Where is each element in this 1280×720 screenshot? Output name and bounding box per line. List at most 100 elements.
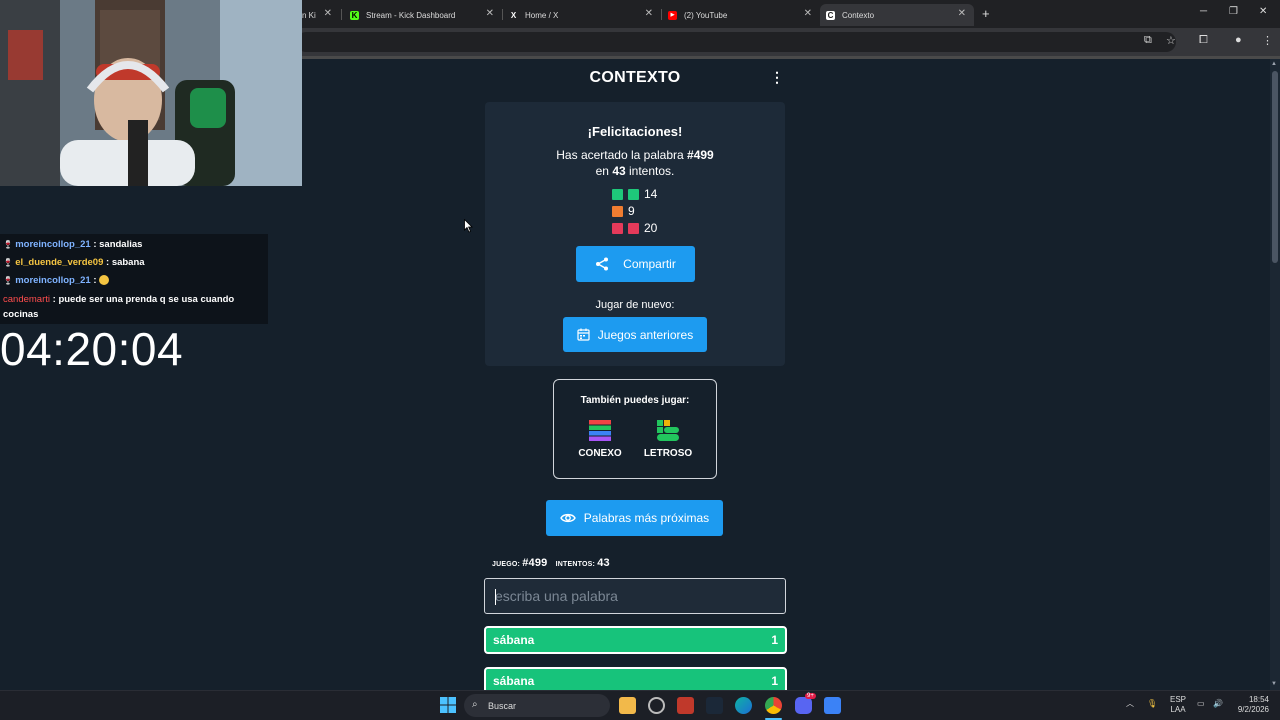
congrats-heading: ¡Felicitaciones!	[587, 124, 683, 139]
profile-icon[interactable]: ●	[1235, 34, 1242, 46]
tab-label: (2) YouTube	[684, 10, 728, 20]
more-options-icon[interactable]: ⋮	[770, 69, 784, 86]
tab-kick[interactable]: n Ki ✕	[296, 4, 340, 26]
search-label: Buscar	[488, 700, 517, 711]
tray-chevron-icon[interactable]: ︿	[1126, 699, 1134, 709]
share-icon	[596, 257, 609, 271]
chat-message: 🍷 moreincollop_21 : sandalias	[3, 239, 142, 250]
close-icon[interactable]: ✕	[324, 8, 332, 19]
tab-x[interactable]: X Home / X ✕	[503, 4, 661, 26]
congrats-message: Has acertado la palabra #499	[556, 148, 714, 162]
guess-word: sábana	[493, 633, 535, 647]
page-scrollbar[interactable]: ▲ ▼	[1270, 59, 1280, 690]
tab-label: Stream - Kick Dashboard	[366, 10, 456, 20]
windows-start-icon[interactable]	[440, 697, 456, 713]
chat-text: : sabana	[103, 257, 145, 268]
close-icon[interactable]: ✕	[486, 8, 494, 19]
maximize-button[interactable]: ❐	[1229, 6, 1238, 17]
webcam-image	[0, 0, 302, 186]
scroll-down-icon[interactable]: ▼	[1271, 681, 1277, 687]
closest-words-label: Palabras más próximas	[583, 511, 710, 525]
cast-icon[interactable]: ⧉	[1144, 34, 1152, 47]
chat-text: : puede ser una prenda q se usa cuando	[50, 294, 235, 305]
conexo-icon	[589, 420, 611, 441]
chat-username: moreincollop_21	[15, 239, 91, 250]
share-label: Compartir	[623, 257, 676, 271]
guess-rank: 1	[771, 674, 778, 688]
stat-count: 9	[628, 204, 635, 218]
tab-label: n Ki	[302, 10, 316, 20]
eye-icon	[559, 513, 576, 523]
tab-youtube[interactable]: ▶ (2) YouTube ✕	[662, 4, 820, 26]
new-tab-button[interactable]: +	[982, 6, 990, 21]
youtube-icon: ▶	[668, 10, 677, 20]
clock[interactable]: 18:54 9/2/2026	[1233, 695, 1269, 715]
microphone-icon[interactable]: 🎙	[1147, 699, 1157, 709]
share-button[interactable]: Compartir	[576, 246, 695, 282]
close-icon[interactable]: ✕	[804, 8, 812, 19]
close-icon[interactable]: ✕	[958, 8, 966, 19]
scroll-up-icon[interactable]: ▲	[1271, 61, 1277, 67]
extensions-icon[interactable]: ⧠	[1199, 34, 1208, 47]
game-name: CONEXO	[578, 448, 622, 459]
previous-games-button[interactable]: Juegos anteriores	[563, 317, 707, 352]
edge-icon[interactable]	[735, 697, 752, 714]
site-title: CONTEXTO	[589, 69, 681, 86]
tab-contexto[interactable]: C Contexto ✕	[820, 4, 974, 26]
stat-row-orange: 9	[612, 204, 635, 218]
stat-row-green: 14	[612, 187, 657, 201]
kick-icon: K	[350, 10, 359, 20]
congrats-attempts: en 43 intentos.	[595, 164, 675, 178]
attempts-value: 43	[597, 557, 610, 569]
chat-username: moreincollop_21	[15, 275, 91, 286]
contexto-icon: C	[826, 10, 835, 20]
chat-badge-icon: 🍷	[3, 276, 16, 285]
chat-badge-icon: 🍷	[3, 258, 16, 267]
app-icon[interactable]	[677, 697, 694, 714]
game-link-conexo[interactable]: CONEXO	[570, 420, 630, 459]
app-icon[interactable]	[824, 697, 841, 714]
volume-icon[interactable]: 🔊	[1213, 699, 1223, 709]
letroso-icon	[657, 420, 679, 441]
mouse-pointer-icon	[464, 219, 473, 233]
taskbar-search[interactable]: ⌕ Buscar	[464, 694, 610, 717]
word-input[interactable]	[484, 578, 786, 614]
tab-kick-dashboard[interactable]: K Stream - Kick Dashboard ✕	[344, 4, 502, 26]
closest-words-button[interactable]: Palabras más próximas	[546, 500, 723, 536]
address-bar[interactable]	[296, 32, 1176, 52]
file-explorer-icon[interactable]	[619, 697, 636, 714]
close-icon[interactable]: ✕	[645, 8, 653, 19]
steam-icon[interactable]	[706, 697, 723, 714]
language-indicator[interactable]: ESP LAA	[1170, 695, 1186, 715]
chat-message: 🍷 moreincollop_21 :	[3, 275, 110, 286]
network-icon[interactable]: ▭	[1197, 699, 1205, 709]
guess-row: sábana 1	[484, 626, 787, 654]
scroll-thumb[interactable]	[1272, 71, 1278, 263]
browser-menu-icon[interactable]: ⋮	[1262, 34, 1273, 47]
guess-word: sábana	[493, 674, 535, 688]
chat-username: el_duende_verde09	[15, 257, 104, 268]
clock-date: 9/2/2026	[1237, 705, 1269, 714]
bookmark-star-icon[interactable]: ☆	[1166, 34, 1176, 47]
chat-text: cocinas	[3, 309, 39, 320]
close-window-button[interactable]: ✕	[1259, 6, 1267, 17]
discord-icon[interactable]	[795, 697, 812, 714]
stream-timer: 04:20:04	[0, 323, 184, 375]
stat-row-red: 20	[612, 221, 657, 235]
game-label: JUEGO:	[492, 561, 521, 568]
minimize-button[interactable]: ─	[1200, 6, 1207, 17]
app-icon[interactable]	[648, 697, 665, 714]
game-value: #499	[522, 557, 548, 569]
game-info: JUEGO: #499 INTENTOS: 43	[492, 557, 616, 569]
word-number: #499	[687, 148, 714, 162]
chrome-icon[interactable]	[765, 697, 782, 714]
text-caret	[495, 589, 496, 605]
calendar-icon	[577, 328, 590, 341]
stat-count: 14	[644, 187, 658, 201]
guess-row: sábana 1	[484, 667, 787, 690]
also-play-box: También puedes jugar: CONEXO LETROSO	[553, 379, 717, 479]
stat-count: 20	[644, 221, 658, 235]
chat-message-continued: cocinas	[3, 309, 38, 320]
chat-message: 🍷 el_duende_verde09 : sabana	[3, 257, 145, 268]
game-link-letroso[interactable]: LETROSO	[638, 420, 698, 459]
